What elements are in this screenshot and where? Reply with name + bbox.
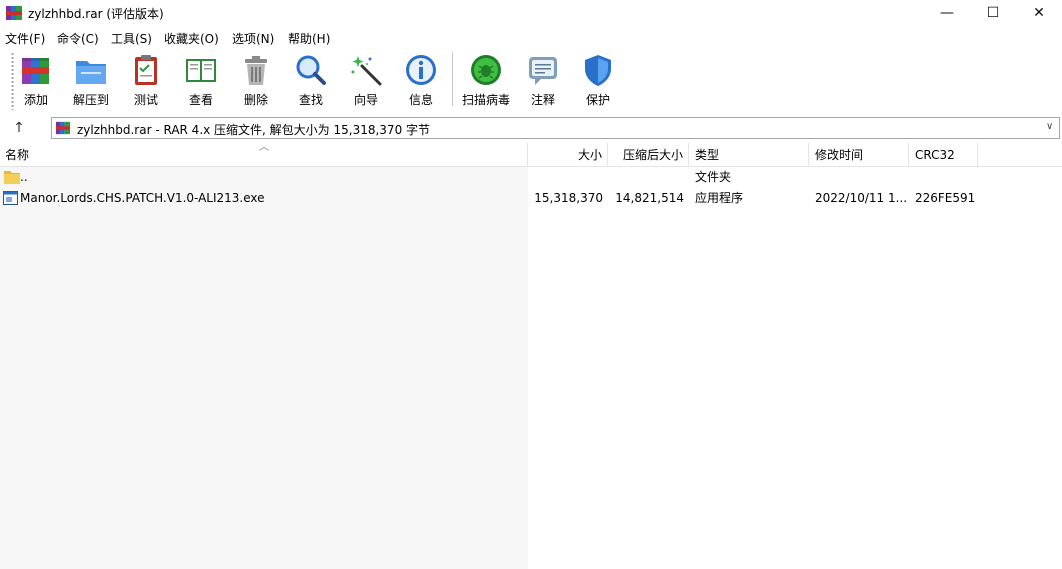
- toolbar-separator: [452, 52, 453, 106]
- column-packed-size[interactable]: 压缩后大小: [608, 143, 689, 167]
- virus-scan-icon: [471, 55, 501, 85]
- menu-tools[interactable]: 工具(S): [111, 30, 152, 47]
- file-type: 文件夹: [695, 170, 732, 184]
- winrar-app-icon: [6, 6, 22, 20]
- path-text: zylzhhbd.rar - RAR 4.x 压缩文件, 解包大小为 15,31…: [77, 123, 431, 137]
- add-books-icon: [22, 58, 49, 84]
- file-type: 应用程序: [695, 191, 744, 205]
- up-arrow-button[interactable]: ↑: [8, 118, 30, 138]
- wizard-label: 向导: [353, 93, 378, 107]
- column-crc32[interactable]: CRC32: [909, 143, 978, 167]
- add-label: 添加: [23, 93, 48, 107]
- close-button[interactable]: ✕: [1016, 0, 1062, 26]
- file-name: ..: [20, 170, 28, 184]
- info-icon: [406, 55, 436, 85]
- menu-help[interactable]: 帮助(H): [288, 30, 330, 47]
- file-crc32: 226FE591: [915, 191, 976, 205]
- maximize-button[interactable]: ☐: [970, 0, 1016, 26]
- find-label: 查找: [298, 93, 323, 107]
- menu-options[interactable]: 选项(N): [232, 30, 274, 47]
- wizard-wand-icon: [351, 56, 382, 86]
- file-list: [0, 167, 528, 569]
- column-modified[interactable]: 修改时间: [809, 143, 909, 167]
- table-row[interactable]: Manor.Lords.CHS.PATCH.V1.0-ALI213.exe 15…: [0, 188, 1062, 209]
- view-label: 查看: [188, 93, 213, 107]
- protect-button[interactable]: 保护: [573, 52, 623, 110]
- file-size: 15,318,370: [534, 191, 603, 205]
- comment-label: 注释: [530, 93, 555, 107]
- extract-folder-icon: [76, 61, 106, 84]
- test-button[interactable]: 测试: [121, 52, 171, 110]
- file-modified: 2022/10/11 1...: [815, 191, 908, 205]
- test-clipboard-icon: [135, 55, 157, 85]
- table-row-parent[interactable]: .. 文件夹: [0, 167, 1062, 188]
- column-name[interactable]: 名称: [0, 143, 528, 167]
- menu-command[interactable]: 命令(C): [57, 30, 99, 47]
- comment-button[interactable]: 注释: [518, 52, 568, 110]
- comment-icon: [529, 57, 557, 85]
- shield-icon: [585, 55, 611, 86]
- trash-icon: [245, 56, 267, 85]
- column-size[interactable]: 大小: [528, 143, 608, 167]
- column-type[interactable]: 类型: [689, 143, 809, 167]
- info-button[interactable]: 信息: [396, 52, 446, 110]
- file-name: Manor.Lords.CHS.PATCH.V1.0-ALI213.exe: [20, 191, 265, 205]
- menu-bar: [0, 26, 1062, 48]
- add-button[interactable]: 添加: [11, 52, 61, 110]
- info-label: 信息: [408, 93, 433, 107]
- extract-to-button[interactable]: 解压到: [66, 52, 116, 110]
- delete-label: 删除: [243, 93, 268, 107]
- scan-virus-label: 扫描病毒: [461, 93, 510, 107]
- protect-label: 保护: [585, 93, 610, 107]
- window-title: zylzhhbd.rar (评估版本): [28, 7, 164, 21]
- menu-favorites[interactable]: 收藏夹(O): [164, 30, 219, 47]
- test-label: 测试: [133, 93, 158, 107]
- chevron-down-icon[interactable]: ∨: [1046, 121, 1053, 132]
- wizard-button[interactable]: 向导: [341, 52, 391, 110]
- delete-button[interactable]: 删除: [231, 52, 281, 110]
- rar-archive-icon: [56, 121, 70, 135]
- view-button[interactable]: 查看: [176, 52, 226, 110]
- extract-to-label: 解压到: [72, 93, 109, 107]
- minimize-button[interactable]: —: [924, 0, 970, 26]
- menu-file[interactable]: 文件(F): [5, 30, 45, 47]
- find-button[interactable]: 查找: [286, 52, 336, 110]
- magnifier-icon: [296, 55, 326, 85]
- folder-icon: [4, 171, 20, 184]
- view-book-icon: [186, 59, 216, 82]
- scan-virus-button[interactable]: 扫描病毒: [461, 52, 511, 110]
- file-packed-size: 14,821,514: [615, 191, 684, 205]
- exe-icon: [3, 191, 18, 205]
